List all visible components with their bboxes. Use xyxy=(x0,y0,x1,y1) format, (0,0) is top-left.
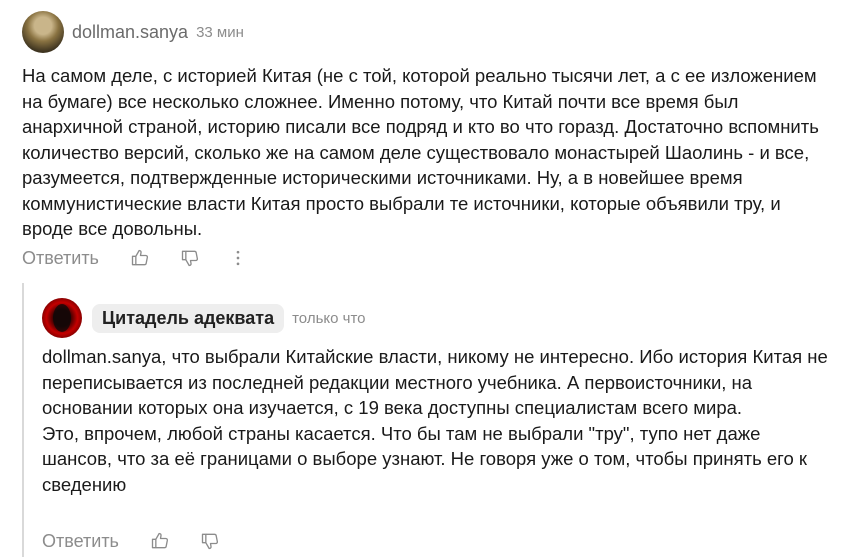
reply-comment: Цитадель адеквата только что dollman.san… xyxy=(42,296,832,495)
reply-actions: Ответить xyxy=(42,528,221,554)
reply-header: Цитадель адеквата только что xyxy=(42,296,832,340)
comment-text: На самом деле, с историей Китая (не с то… xyxy=(22,65,819,239)
more-vertical-icon[interactable] xyxy=(227,247,249,269)
reply-paragraph: dollman.sanya, что выбрали Китайские вла… xyxy=(42,346,828,418)
comment-time: 33 мин xyxy=(196,23,244,41)
avatar[interactable] xyxy=(42,298,82,338)
thumbs-up-icon[interactable] xyxy=(149,530,171,552)
reply-paragraph: Это, впрочем, любой страны касается. Что… xyxy=(42,422,807,495)
thread-line xyxy=(22,283,24,557)
thumbs-down-icon[interactable] xyxy=(179,247,201,269)
author-name[interactable]: Цитадель адеквата xyxy=(92,303,285,333)
reply-button[interactable]: Ответить xyxy=(42,531,119,552)
avatar[interactable] xyxy=(22,11,64,53)
comment-actions: Ответить xyxy=(22,245,249,271)
comment-time: только что xyxy=(292,309,366,327)
reply-button[interactable]: Ответить xyxy=(22,248,99,269)
comment-header: dollman.sanya 33 мин xyxy=(22,10,832,54)
author-name[interactable]: dollman.sanya xyxy=(72,22,188,43)
thumbs-up-icon[interactable] xyxy=(129,247,151,269)
reply-text: dollman.sanya, что выбрали Китайские вла… xyxy=(42,344,832,497)
comment: dollman.sanya 33 мин На самом деле, с ис… xyxy=(22,10,832,239)
thumbs-down-icon[interactable] xyxy=(199,530,221,552)
